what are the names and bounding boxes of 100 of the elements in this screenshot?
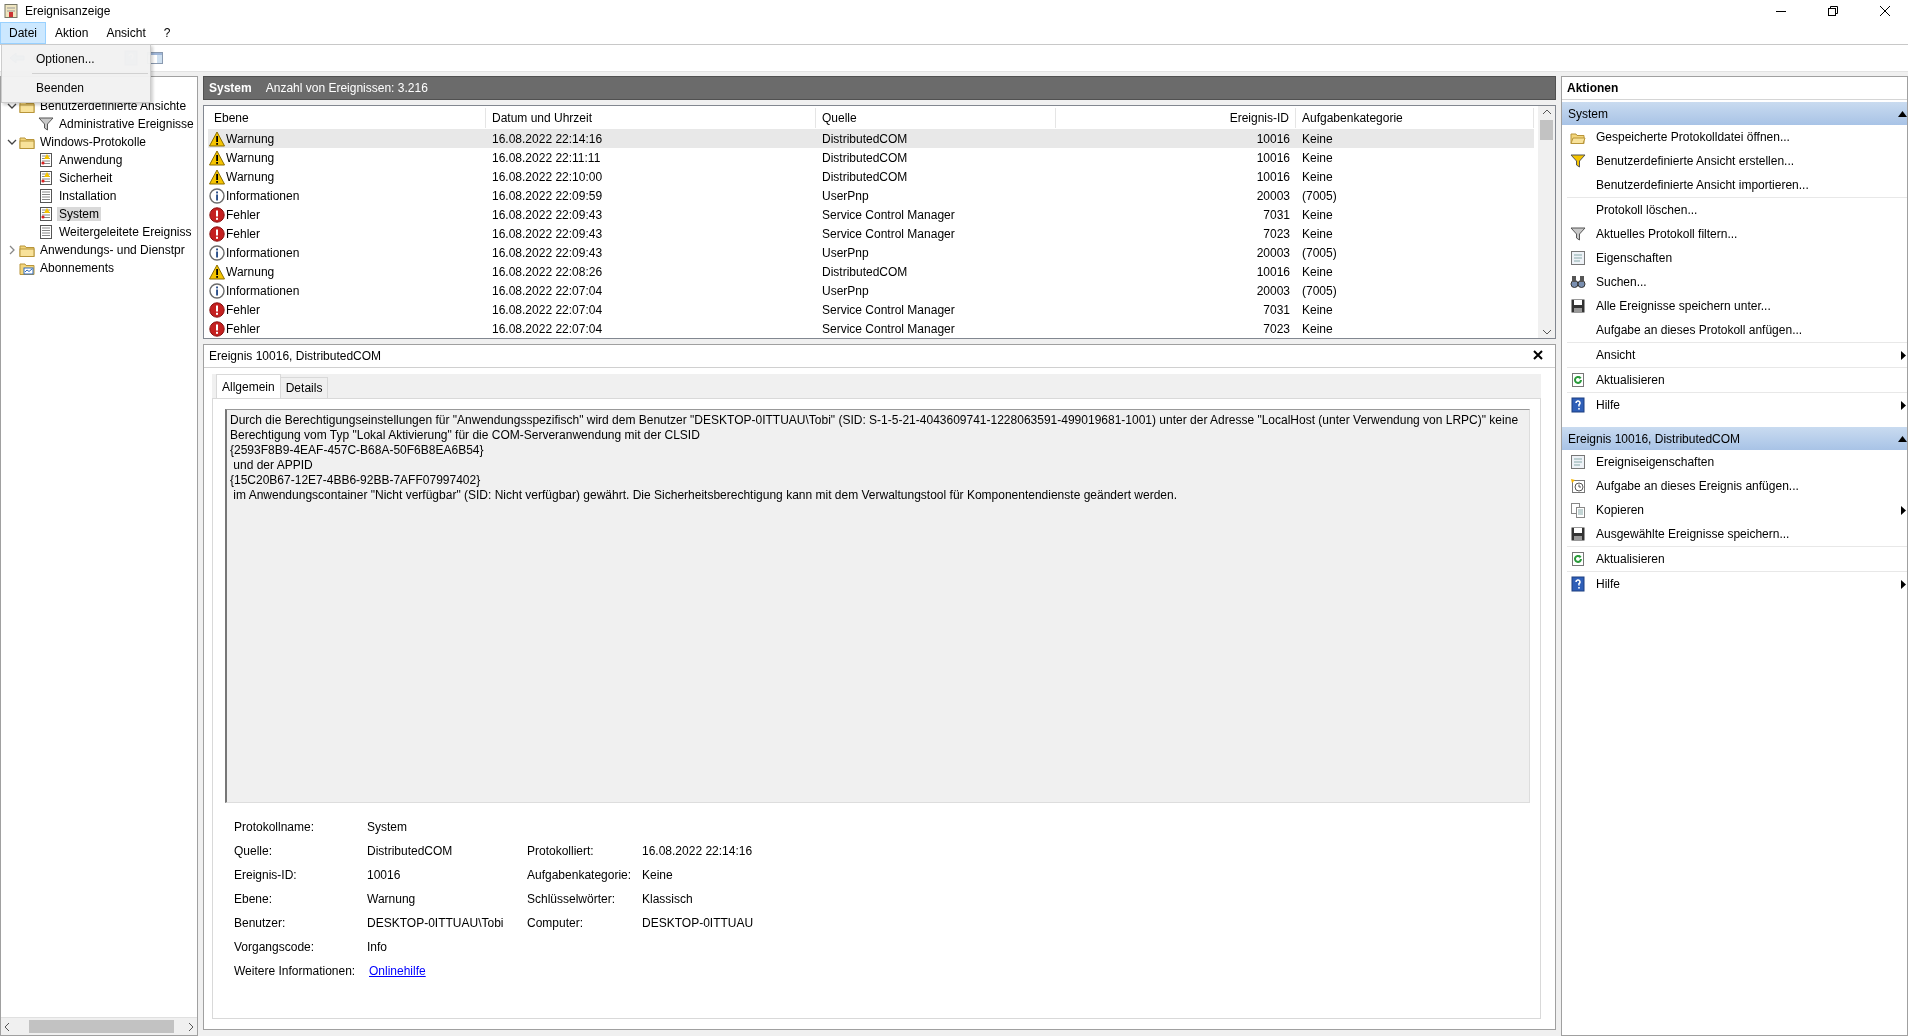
tree-item[interactable]: Benutzerdefinierte Ansichte bbox=[38, 99, 189, 113]
action-item[interactable]: Aufgabe an dieses Ereignis anfügen... bbox=[1567, 474, 1907, 498]
close-icon bbox=[1532, 349, 1544, 361]
action-item[interactable]: Kopieren bbox=[1567, 498, 1907, 522]
table-cell: 16.08.2022 22:07:04 bbox=[492, 283, 603, 298]
event-row[interactable]: Fehler 16.08.2022 22:09:43 Service Control Manager 7031 Keine bbox=[208, 205, 1534, 224]
help-link[interactable]: Onlinehilfe bbox=[369, 964, 426, 978]
event-row[interactable]: Fehler 16.08.2022 22:07:04 Service Control Manager 7023 Keine bbox=[208, 319, 1534, 338]
table-cell: 20003 bbox=[1256, 188, 1290, 203]
tree-item[interactable]: Sicherheit bbox=[57, 171, 115, 185]
event-count: Anzahl von Ereignissen: 3.216 bbox=[265, 81, 428, 95]
table-cell: Fehler bbox=[226, 226, 260, 241]
tree-item[interactable]: Weitergeleitete Ereigniss bbox=[57, 225, 194, 239]
field-label: Quelle: bbox=[234, 844, 274, 858]
field-label: Benutzer: bbox=[234, 916, 287, 930]
action-item[interactable]: Suchen... bbox=[1567, 270, 1907, 294]
tree-item[interactable]: Installation bbox=[57, 189, 119, 203]
horizontal-scrollbar[interactable] bbox=[1, 1017, 197, 1035]
message-box[interactable] bbox=[225, 409, 1530, 803]
table-cell: DistributedCOM bbox=[822, 131, 908, 146]
tree-item[interactable]: Windows-Protokolle bbox=[38, 135, 149, 149]
tab[interactable]: Details bbox=[279, 377, 329, 398]
tree-item[interactable]: System bbox=[57, 207, 101, 221]
table-cell: 10016 bbox=[1256, 264, 1290, 279]
event-row[interactable]: Fehler 16.08.2022 22:09:43 Service Control Manager 7023 Keine bbox=[208, 224, 1534, 243]
field-value: DESKTOP-0ITTUAU bbox=[642, 916, 754, 930]
field-value: 16.08.2022 22:14:16 bbox=[642, 844, 753, 858]
menu-item[interactable]: Aktion bbox=[46, 22, 98, 44]
column-header[interactable]: Ereignis-ID bbox=[1056, 108, 1296, 128]
action-item[interactable]: Benutzerdefinierte Ansicht importieren... bbox=[1567, 173, 1907, 197]
field-label: Protokolliert: bbox=[527, 844, 595, 858]
event-row[interactable]: Warnung 16.08.2022 22:11:11 DistributedCOM 10016 Keine bbox=[208, 148, 1534, 167]
table-cell: 16.08.2022 22:07:04 bbox=[492, 302, 603, 317]
table-cell: 16.08.2022 22:09:43 bbox=[492, 207, 603, 222]
action-item[interactable]: Protokoll löschen... bbox=[1567, 198, 1907, 222]
field-label: Vorgangscode: bbox=[234, 940, 316, 954]
table-cell: Warnung bbox=[226, 264, 275, 279]
column-header[interactable]: Datum und Uhrzeit bbox=[486, 108, 816, 128]
table-cell: Fehler bbox=[226, 207, 260, 222]
menu-item[interactable]: ? bbox=[154, 22, 180, 44]
table-cell: Warnung bbox=[226, 150, 275, 165]
collapse-caret-icon[interactable] bbox=[1898, 435, 1907, 442]
action-item[interactable]: Aktualisieren bbox=[1567, 547, 1907, 571]
action-item[interactable]: Ereigniseigenschaften bbox=[1567, 450, 1907, 474]
table-cell: DistributedCOM bbox=[822, 150, 908, 165]
event-row[interactable]: Informationen 16.08.2022 22:09:59 UserPnp 20003 (7005) bbox=[208, 186, 1534, 205]
table-cell: Fehler bbox=[226, 321, 260, 336]
section-title: Ereignis 10016, DistributedCOM bbox=[1568, 431, 1741, 446]
tree-item[interactable]: Anwendungs- und Dienstpr bbox=[38, 243, 187, 257]
table-cell: 16.08.2022 22:09:43 bbox=[492, 245, 603, 260]
folder-icon bbox=[19, 260, 35, 276]
action-item[interactable]: Benutzerdefinierte Ansicht erstellen... bbox=[1567, 149, 1907, 173]
action-item[interactable]: Alle Ereignisse speichern unter... bbox=[1567, 294, 1907, 318]
minimize-icon bbox=[1776, 10, 1786, 12]
action-item[interactable]: Eigenschaften bbox=[1567, 246, 1907, 270]
event-row[interactable]: Warnung 16.08.2022 22:10:00 DistributedCOM 10016 Keine bbox=[208, 167, 1534, 186]
table-cell: Service Control Manager bbox=[822, 226, 955, 241]
close-icon bbox=[1880, 6, 1890, 16]
message-line: Berechtigung vom Typ "Lokal Aktivierung" für die COM-Serveranwendung mit der CLSID bbox=[230, 428, 701, 443]
column-header[interactable]: Ebene bbox=[208, 108, 486, 128]
message-line: im Anwendungscontainer "Nicht verfügbar" (SID: Nicht verfügbar) gewährt. Die Sicherheitsberechtigung kann mit dem Verwaltungstool für Komponentendienste geändert werden. bbox=[232, 488, 1179, 503]
tree-item[interactable]: Anwendung bbox=[57, 153, 125, 167]
message-line: {15C20B67-12E7-4BB6-92BB-7AFF07997402} bbox=[230, 473, 482, 488]
event-row[interactable]: Informationen 16.08.2022 22:07:04 UserPnp 20003 (7005) bbox=[208, 281, 1534, 300]
field-value: Keine bbox=[642, 868, 673, 882]
event-row[interactable]: Fehler 16.08.2022 22:07:04 Service Control Manager 7031 Keine bbox=[208, 300, 1534, 319]
action-item[interactable]: Aufgabe an dieses Protokoll anfügen... bbox=[1567, 318, 1907, 342]
action-item[interactable]: Aktualisieren bbox=[1567, 368, 1907, 392]
event-row[interactable]: Warnung 16.08.2022 22:08:26 DistributedCOM 10016 Keine bbox=[208, 262, 1534, 281]
menu-item[interactable]: Ansicht bbox=[97, 22, 155, 44]
collapse-caret-icon[interactable] bbox=[1898, 110, 1907, 117]
section-header[interactable]: System bbox=[1562, 102, 1907, 125]
vertical-scrollbar[interactable] bbox=[1538, 106, 1555, 338]
action-item[interactable]: Aktuelles Protokoll filtern... bbox=[1567, 222, 1907, 246]
field-value: Info bbox=[367, 940, 388, 954]
scroll-thumb[interactable] bbox=[29, 1020, 174, 1033]
section-header[interactable]: Ereignis 10016, DistributedCOM bbox=[1562, 427, 1907, 450]
scroll-thumb[interactable] bbox=[1540, 120, 1553, 140]
table-cell: 16.08.2022 22:08:26 bbox=[492, 264, 603, 279]
tree-item[interactable]: Administrative Ereignisse bbox=[57, 117, 196, 131]
action-item[interactable]: Ausgewählte Ereignisse speichern... bbox=[1567, 522, 1907, 546]
event-row[interactable]: Informationen 16.08.2022 22:09:43 UserPnp 20003 (7005) bbox=[208, 243, 1534, 262]
table-cell: 10016 bbox=[1256, 150, 1290, 165]
action-item[interactable]: Ansicht bbox=[1567, 343, 1907, 367]
menu-entry[interactable]: Beenden bbox=[2, 77, 150, 99]
event-row[interactable]: Warnung 16.08.2022 22:14:16 DistributedCOM 10016 Keine bbox=[208, 129, 1534, 148]
column-header[interactable]: Quelle bbox=[816, 108, 1056, 128]
column-header[interactable]: Aufgabenkategorie bbox=[1296, 108, 1534, 128]
tab[interactable]: Allgemein bbox=[216, 374, 281, 398]
field-value: DistributedCOM bbox=[367, 844, 454, 858]
action-item[interactable]: Hilfe bbox=[1567, 572, 1907, 596]
table-cell: UserPnp bbox=[822, 283, 869, 298]
table-cell: DistributedCOM bbox=[822, 169, 908, 184]
tree-item[interactable]: Abonnements bbox=[38, 261, 117, 275]
action-item[interactable]: Hilfe bbox=[1567, 393, 1907, 417]
action-item[interactable]: Gespeicherte Protokolldatei öffnen... bbox=[1567, 125, 1907, 149]
table-cell: (7005) bbox=[1302, 188, 1337, 203]
table-cell: Service Control Manager bbox=[822, 302, 955, 317]
menu-item[interactable]: Datei bbox=[0, 22, 46, 44]
menu-entry[interactable]: Optionen... bbox=[2, 48, 150, 70]
